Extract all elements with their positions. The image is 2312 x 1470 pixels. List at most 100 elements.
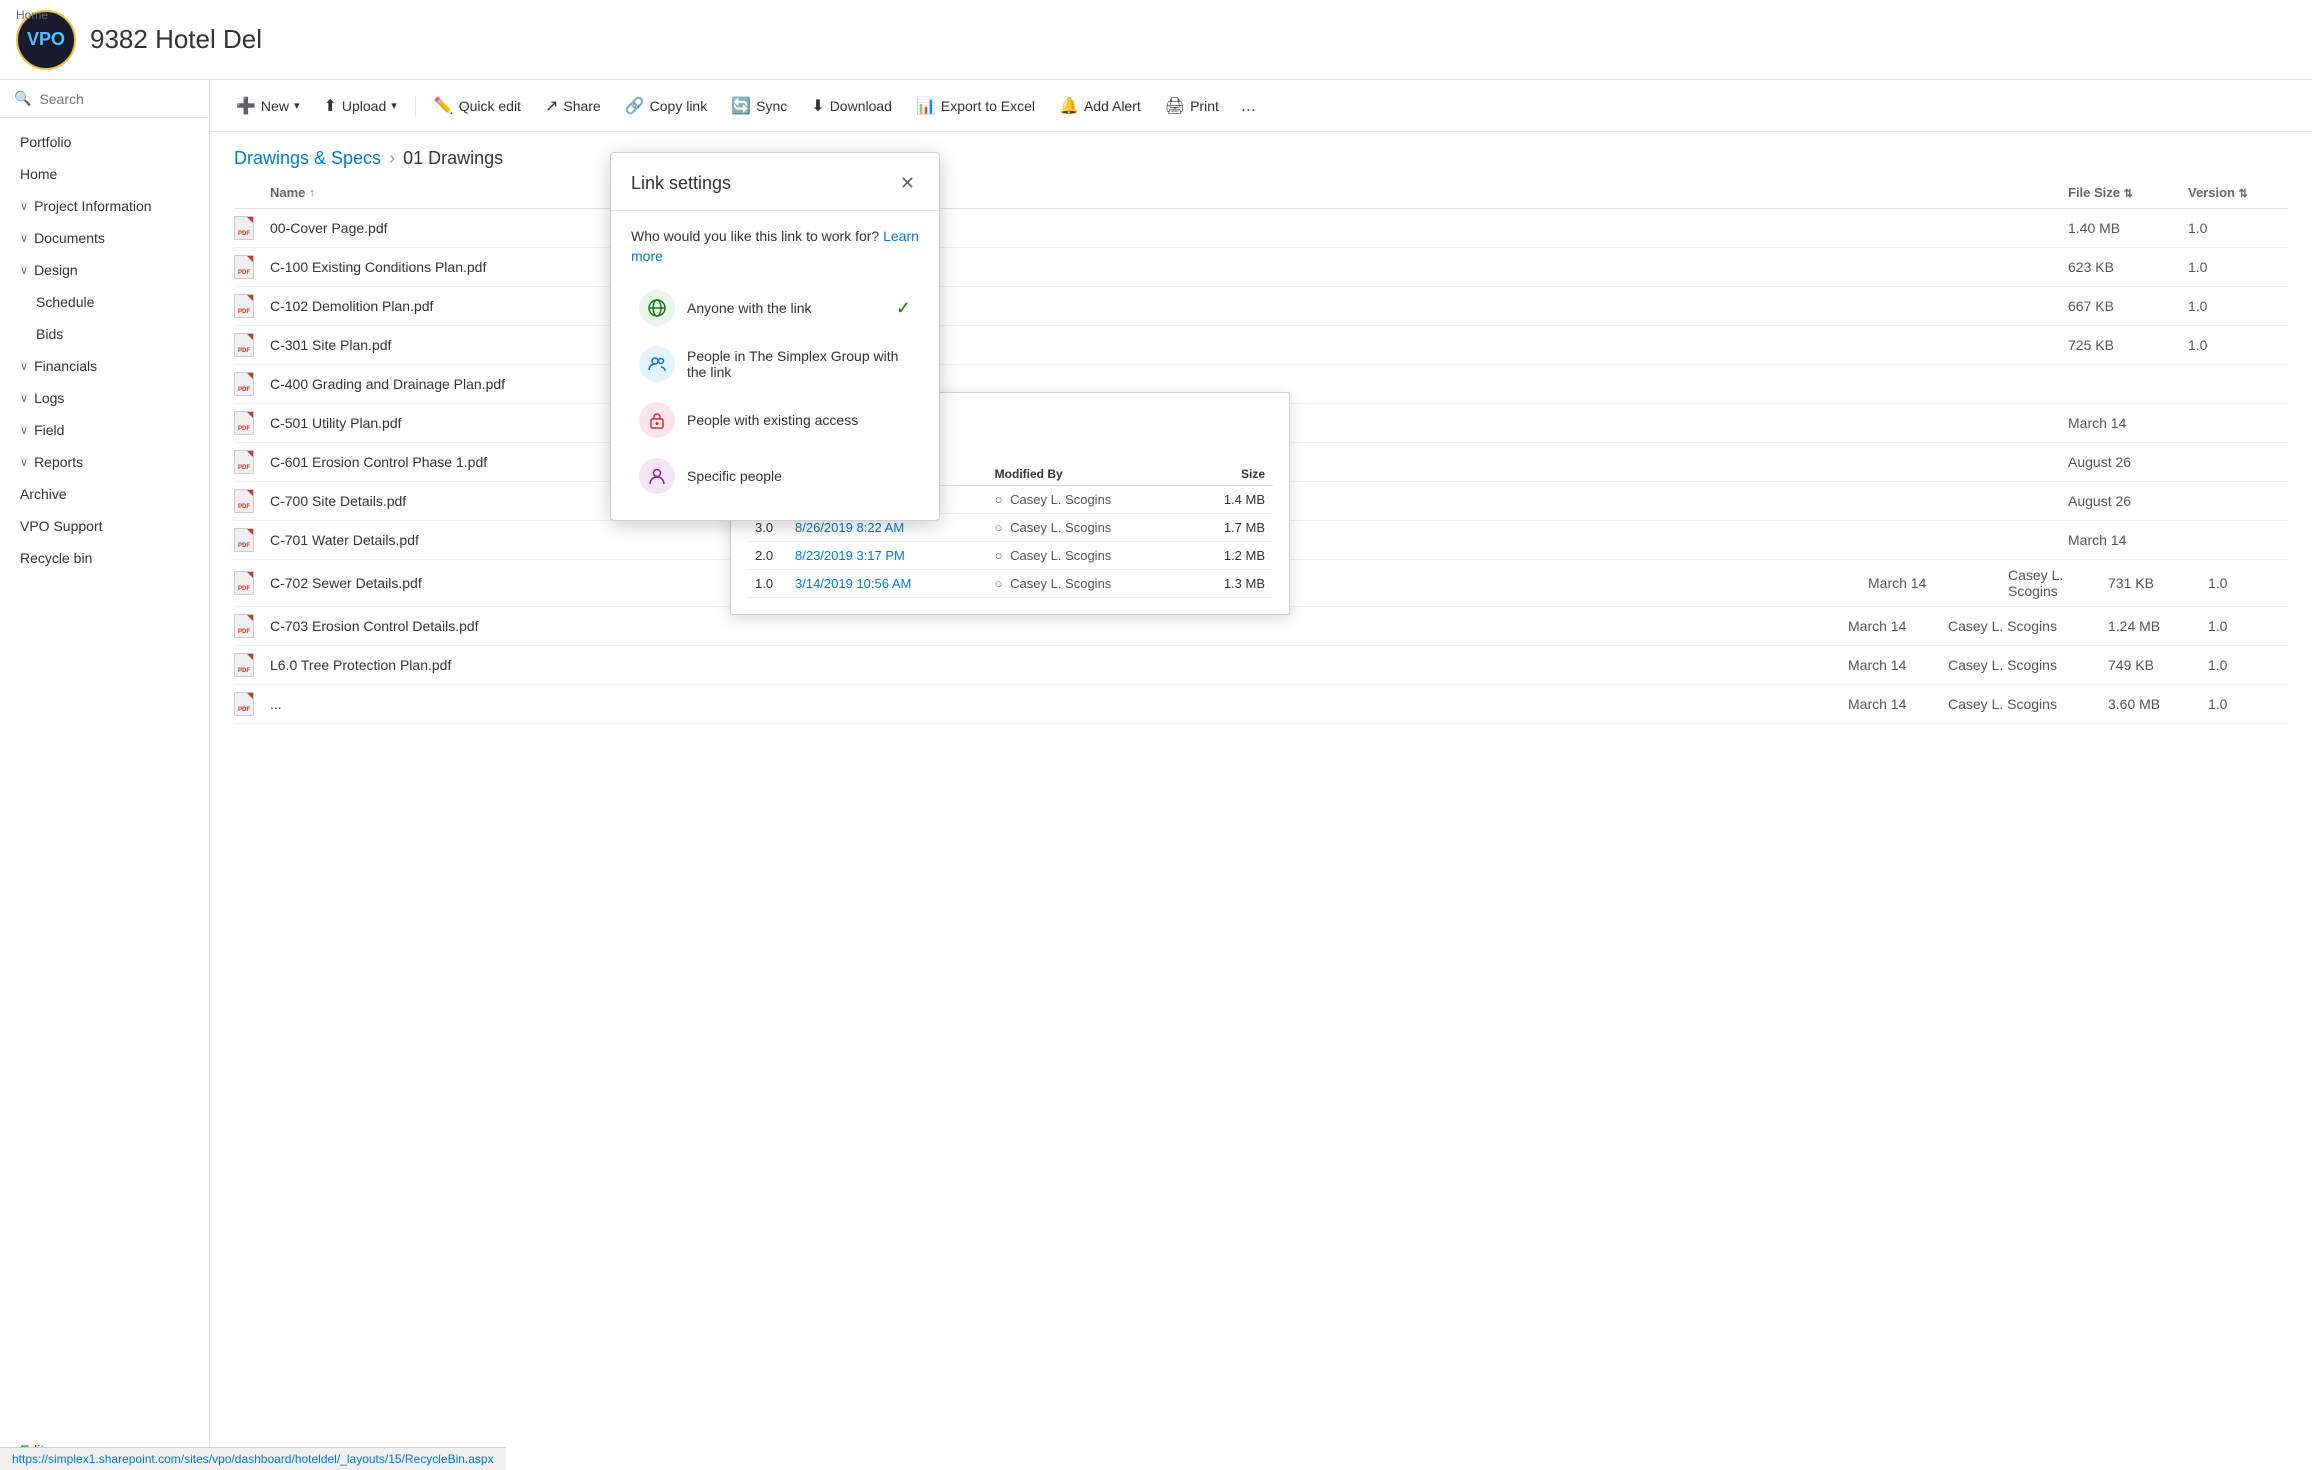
filesize-column-label: File Size [2068,185,2120,200]
globe-icon [639,290,675,326]
file-name[interactable]: ... [270,696,1848,712]
share-icon: ↗ [545,96,558,116]
sidebar-item-archive[interactable]: Archive [0,478,209,510]
share-label: Share [563,98,600,114]
sidebar-item-financials[interactable]: ∨ Financials [0,350,209,382]
version-modified-date[interactable]: 3/14/2019 10:56 AM [787,570,987,598]
anyone-link-label: Anyone with the link [687,300,884,316]
file-modified: March 14 [1848,696,1948,712]
download-button[interactable]: ⬇ Download [801,90,902,122]
file-size: 725 KB [2068,337,2188,353]
file-modified-date: March 14 [2068,415,2188,431]
pdf-icon: PDF [234,571,254,595]
more-button[interactable]: ... [1233,89,1264,122]
content-area: Drawings & Specs › 01 Drawings Name ↑ Fi… [210,132,2312,1470]
print-icon: 🖨 [1165,96,1185,116]
search-icon: 🔍 [14,90,31,107]
link-option-specific-people[interactable]: Specific people [631,448,919,504]
file-modifier: Casey L. Scogins [1948,696,2108,712]
sidebar-item-reports[interactable]: ∨ Reports [0,446,209,478]
file-name[interactable]: C-100 Existing Conditions Plan.pdf [270,259,2068,275]
version-size: 1.2 MB [1187,542,1273,570]
sidebar-item-label: Design [34,262,78,278]
table-row: PDF C-102 Demolition Plan.pdf 667 KB 1.0 [234,287,2288,326]
link-settings-dialog: Link settings ✕ Who would you like this … [610,152,940,521]
export-excel-button[interactable]: 📊 Export to Excel [906,90,1045,122]
file-size: March 14 [1868,575,1988,591]
upload-icon: ⬆ [323,96,336,116]
table-row: PDF C-301 Site Plan.pdf 725 KB 1.0 [234,326,2288,365]
search-input[interactable] [39,91,195,107]
dialog-body: Who would you like this link to work for… [611,211,939,520]
search-container[interactable]: 🔍 [0,80,209,118]
table-row: PDF 00-Cover Page.pdf 1.40 MB 1.0 [234,209,2288,248]
chevron-down-icon: ∨ [20,360,28,373]
file-version: 1.0 [2208,618,2288,634]
link-option-anyone[interactable]: Anyone with the link ✓ [631,280,919,336]
pdf-icon: PDF [234,692,254,716]
app-header: VPO 9382 Hotel Del [0,0,2312,80]
print-button[interactable]: 🖨 Print [1155,90,1229,122]
file-type-icon: PDF [234,372,270,396]
version-size: 1.3 MB [1187,570,1273,598]
sidebar-item-label: Schedule [36,294,94,310]
link-option-group[interactable]: People in The Simplex Group with the lin… [631,336,919,392]
share-button[interactable]: ↗ Share [535,90,611,122]
copy-link-button[interactable]: 🔗 Copy link [615,90,718,122]
sidebar-item-field[interactable]: ∨ Field [0,414,209,446]
pdf-icon: PDF [234,333,254,357]
dialog-title: Link settings [631,173,731,194]
file-type-icon: PDF [234,333,270,357]
sidebar-item-bids[interactable]: Bids [0,318,209,350]
sidebar-item-project-information[interactable]: ∨ Project Information [0,190,209,222]
file-name[interactable]: C-703 Erosion Control Details.pdf [270,618,1848,634]
sidebar-item-home[interactable]: Home [0,158,209,190]
sidebar-item-schedule[interactable]: Schedule [0,286,209,318]
file-size: 3.60 MB [2108,696,2208,712]
sidebar-item-recycle-bin[interactable]: Recycle bin [0,542,209,574]
sidebar-item-documents[interactable]: ∨ Documents [0,222,209,254]
dialog-close-button[interactable]: ✕ [896,169,919,198]
version-modified-by: ○ Casey L. Scogins [987,514,1187,542]
breadcrumb-parent[interactable]: Drawings & Specs [234,148,381,169]
file-type-icon: PDF [234,255,270,279]
link-option-existing-access[interactable]: People with existing access [631,392,919,448]
table-row: PDF L6.0 Tree Protection Plan.pdf March … [234,646,2288,685]
file-name[interactable]: C-102 Demolition Plan.pdf [270,298,2068,314]
file-name[interactable]: C-301 Site Plan.pdf [270,337,2068,353]
add-alert-button[interactable]: 🔔 Add Alert [1049,90,1151,122]
sidebar-item-label: Bids [36,326,63,342]
link-icon: 🔗 [625,96,645,116]
file-modifier: Casey L. Scogins [1948,618,2108,634]
name-column-label: Name [270,185,305,200]
breadcrumb-separator: › [389,148,395,169]
upload-button[interactable]: ⬆ Upload ▾ [313,90,406,122]
pdf-icon: PDF [234,528,254,552]
file-size: 667 KB [2068,298,2188,314]
header-version-col[interactable]: Version ⇅ [2188,185,2288,200]
sidebar-item-vpo-support[interactable]: VPO Support [0,510,209,542]
header-name-col[interactable]: Name ↑ [270,185,2068,200]
sync-button[interactable]: 🔄 Sync [721,90,797,122]
new-button[interactable]: ➕ New ▾ [226,90,309,122]
group-link-label: People in The Simplex Group with the lin… [687,348,911,380]
chevron-down-icon: ∨ [20,424,28,437]
file-name[interactable]: L6.0 Tree Protection Plan.pdf [270,657,1848,673]
status-url: https://simplex1.sharepoint.com/sites/vp… [12,1452,494,1466]
sidebar-item-design[interactable]: ∨ Design [0,254,209,286]
home-breadcrumb[interactable]: Home [16,8,48,22]
file-version: 1.0 [2188,337,2288,353]
file-name[interactable]: 00-Cover Page.pdf [270,220,2068,236]
quick-edit-button[interactable]: ✏️ Quick edit [424,90,531,122]
header-filesize-col[interactable]: File Size ⇅ [2068,185,2188,200]
sidebar-item-portfolio[interactable]: Portfolio [0,126,209,158]
version-size: 1.7 MB [1187,514,1273,542]
file-name[interactable]: C-400 Grading and Drainage Plan.pdf [270,376,2068,392]
download-label: Download [830,98,892,114]
sort-arrow-icon: ↑ [309,187,315,199]
version-modified-date[interactable]: 8/23/2019 3:17 PM [787,542,987,570]
sidebar-item-label: Logs [34,390,64,406]
sidebar-item-logs[interactable]: ∨ Logs [0,382,209,414]
plus-icon: ➕ [236,96,256,116]
edit-icon: ✏️ [434,96,454,116]
